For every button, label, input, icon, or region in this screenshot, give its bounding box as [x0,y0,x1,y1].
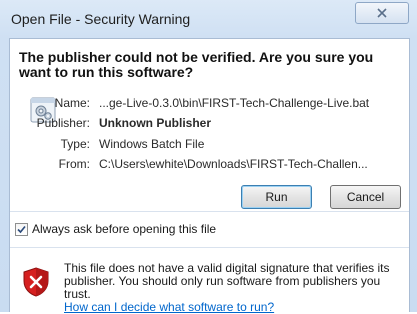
close-button[interactable] [355,2,409,24]
detail-label: From: [58,157,90,171]
detail-label: Publisher: [36,116,90,130]
always-ask-checkbox[interactable] [15,223,28,236]
detail-value: Unknown Publisher [99,116,212,130]
window-title: Open File - Security Warning [11,11,191,27]
title-bar[interactable]: Open File - Security Warning [0,0,417,38]
detail-row-from: From: C:\Users\ewhite\Downloads\FIRST-Te… [0,157,417,173]
signature-warning-text: This file does not have a valid digital … [64,262,404,314]
run-button[interactable]: Run [241,185,312,209]
detail-label: Type: [60,137,90,151]
detail-label: Name: [54,96,90,110]
warning-headline: The publisher could not be verified. Are… [19,49,374,80]
detail-row-publisher: Publisher: Unknown Publisher [0,116,417,132]
close-icon [377,8,387,18]
detail-row-type: Type: Windows Batch File [0,137,417,153]
security-shield-x-icon [23,267,49,297]
detail-value: ...ge-Live-0.3.0\bin\FIRST-Tech-Challeng… [99,96,370,110]
separator [10,211,409,212]
always-ask-label[interactable]: Always ask before opening this file [32,222,216,236]
checkmark-icon [17,225,26,234]
detail-value: Windows Batch File [99,137,205,151]
detail-row-name: Name: ...ge-Live-0.3.0\bin\FIRST-Tech-Ch… [0,96,417,112]
warning-message: This file does not have a valid digital … [64,261,390,301]
separator [10,247,409,248]
cancel-button[interactable]: Cancel [330,185,401,209]
detail-value: C:\Users\ewhite\Downloads\FIRST-Tech-Cha… [99,157,368,171]
